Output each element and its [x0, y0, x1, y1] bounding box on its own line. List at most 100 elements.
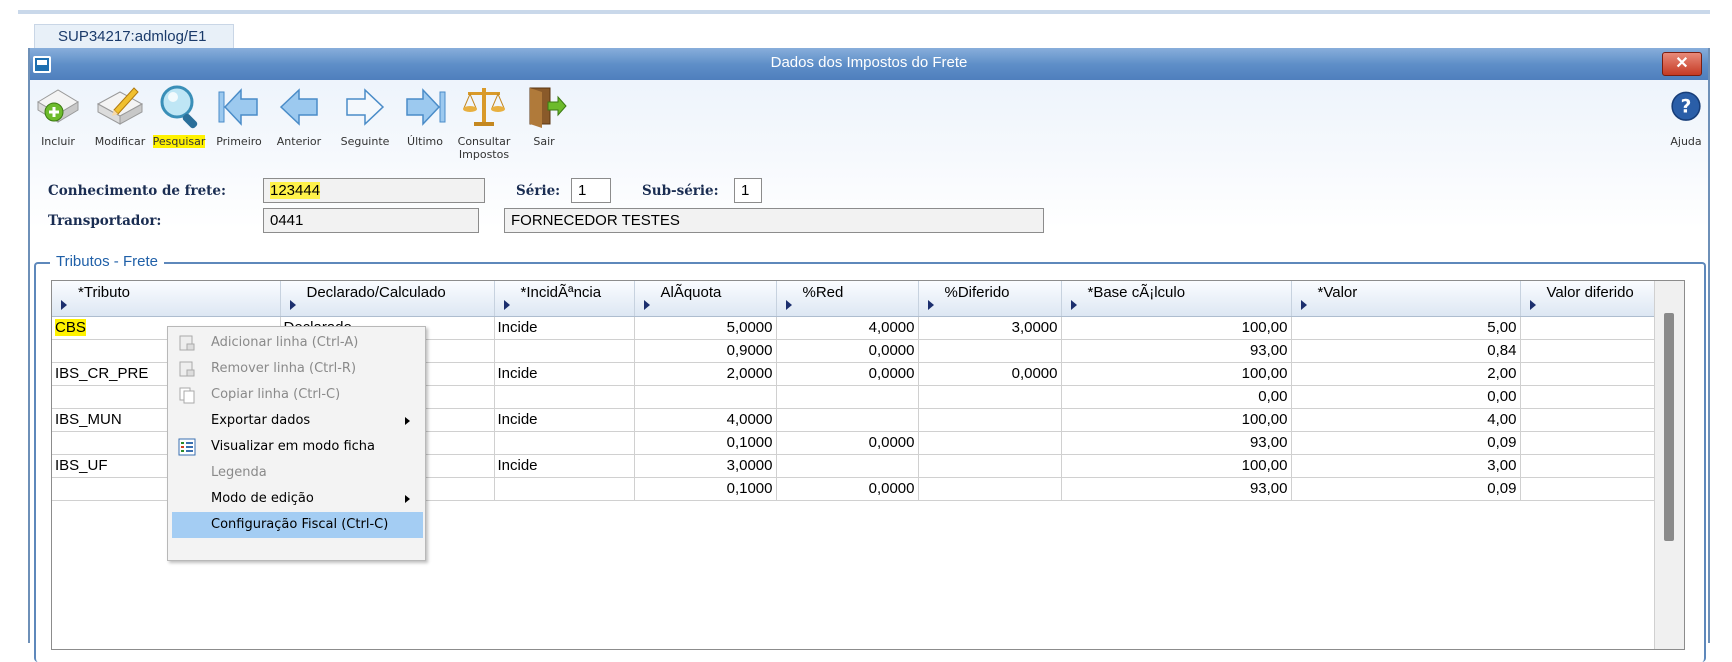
modificar-button[interactable]: Modificar [90, 82, 150, 148]
table-cell[interactable]: 0,0000 [918, 362, 1062, 386]
ajuda-label: Ajuda [1670, 135, 1702, 148]
table-cell[interactable] [494, 431, 635, 455]
table-cell[interactable]: 5,0000 [634, 316, 777, 340]
table-cell[interactable]: 5,00 [1291, 316, 1521, 340]
table-cell[interactable] [1520, 316, 1657, 340]
menu-item-remover-linha[interactable]: Remover linha (Ctrl-R) [168, 356, 425, 382]
column-header-valor[interactable]: *Valor [1291, 281, 1521, 317]
close-button[interactable]: ✕ [1662, 52, 1702, 76]
window-menu-icon[interactable] [33, 56, 51, 73]
table-cell[interactable] [1520, 362, 1657, 386]
sort-triangle-icon [503, 300, 510, 310]
table-cell[interactable] [776, 454, 919, 478]
column-header-red[interactable]: %Red [776, 281, 919, 317]
menu-item-visualizar-modo-ficha[interactable]: Visualizar em modo ficha [168, 434, 425, 460]
table-cell[interactable] [776, 385, 919, 409]
column-header-valor-diferido[interactable]: Valor diferido [1520, 281, 1657, 317]
table-cell[interactable] [918, 339, 1062, 363]
table-cell[interactable]: 100,00 [1061, 408, 1292, 432]
table-cell[interactable] [918, 477, 1062, 501]
menu-item-copiar-linha[interactable]: Copiar linha (Ctrl-C) [168, 382, 425, 408]
ultimo-button[interactable]: Último [399, 82, 451, 148]
table-cell[interactable] [1520, 339, 1657, 363]
menu-item-adicionar-linha[interactable]: Adicionar linha (Ctrl-A) [168, 330, 425, 356]
consultar-impostos-button[interactable]: Consultar Impostos [454, 82, 514, 161]
form-view-icon [178, 438, 196, 456]
context-menu: Adicionar linha (Ctrl-A) Remover linha (… [167, 326, 426, 561]
column-header-tributo[interactable]: *Tributo [52, 281, 281, 317]
table-cell[interactable]: Incide [494, 454, 635, 478]
table-cell[interactable]: Incide [494, 316, 635, 340]
column-header-incidencia[interactable]: *IncidÃªncia [494, 281, 635, 317]
menu-item-exportar-dados[interactable]: Exportar dados [168, 408, 425, 434]
sair-button[interactable]: Sair [518, 82, 570, 148]
table-cell[interactable] [918, 408, 1062, 432]
menu-item-legenda[interactable]: Legenda [168, 460, 425, 486]
pesquisar-button[interactable]: Pesquisar [150, 82, 208, 148]
table-cell[interactable]: 2,0000 [634, 362, 777, 386]
table-cell[interactable]: 93,00 [1061, 477, 1292, 501]
table-cell[interactable]: 3,0000 [918, 316, 1062, 340]
table-cell[interactable]: 0,0000 [776, 339, 919, 363]
conhecimento-field[interactable]: 123444 [263, 178, 485, 203]
table-cell[interactable]: 4,00 [1291, 408, 1521, 432]
last-record-icon [406, 88, 446, 126]
incluir-button[interactable]: Incluir [32, 82, 84, 148]
sair-label: Sair [533, 135, 555, 148]
column-header-base-calculo[interactable]: *Base cÃ¡lculo [1061, 281, 1292, 317]
table-cell[interactable]: 2,00 [1291, 362, 1521, 386]
column-header-aliquota[interactable]: AlÃquota [634, 281, 777, 317]
table-cell[interactable] [494, 385, 635, 409]
program-tab[interactable]: SUP34217:admlog/E1 [34, 24, 234, 48]
table-cell[interactable]: Incide [494, 362, 635, 386]
table-cell[interactable]: 0,00 [1061, 385, 1292, 409]
column-header-declarado[interactable]: Declarado/Calculado [280, 281, 495, 317]
table-cell[interactable]: 100,00 [1061, 362, 1292, 386]
table-cell[interactable]: 3,0000 [634, 454, 777, 478]
table-cell[interactable] [1520, 408, 1657, 432]
table-cell[interactable]: 0,00 [1291, 385, 1521, 409]
table-cell[interactable]: 4,0000 [776, 316, 919, 340]
table-cell[interactable] [776, 408, 919, 432]
anterior-button[interactable]: Anterior [273, 82, 325, 148]
vertical-scrollbar[interactable] [1654, 281, 1684, 649]
table-cell[interactable] [918, 431, 1062, 455]
table-cell[interactable] [1520, 385, 1657, 409]
exit-door-icon [529, 87, 567, 128]
table-cell[interactable]: 93,00 [1061, 339, 1292, 363]
table-cell[interactable]: 0,0000 [776, 431, 919, 455]
first-record-icon [218, 88, 258, 126]
menu-item-modo-edicao[interactable]: Modo de edição [168, 486, 425, 512]
table-cell[interactable] [494, 477, 635, 501]
table-cell[interactable]: 100,00 [1061, 454, 1292, 478]
scrollbar-thumb[interactable] [1664, 313, 1674, 541]
table-cell[interactable]: 0,0000 [776, 362, 919, 386]
subserie-field[interactable]: 1 [734, 178, 762, 203]
table-cell[interactable] [494, 339, 635, 363]
table-cell[interactable] [1520, 454, 1657, 478]
transportador-code-field[interactable]: 0441 [263, 208, 479, 233]
table-cell[interactable]: 0,1000 [634, 477, 777, 501]
table-cell[interactable]: 0,0000 [776, 477, 919, 501]
table-cell[interactable]: 0,9000 [634, 339, 777, 363]
column-header-diferido[interactable]: %Diferido [918, 281, 1062, 317]
menu-item-configuracao-fiscal[interactable]: Configuração Fiscal (Ctrl-C) [172, 512, 423, 538]
seguinte-button[interactable]: Seguinte [335, 82, 395, 148]
ajuda-button[interactable]: ? Ajuda [1666, 82, 1706, 148]
primeiro-button[interactable]: Primeiro [213, 82, 265, 148]
table-cell[interactable] [1520, 477, 1657, 501]
table-cell[interactable]: 100,00 [1061, 316, 1292, 340]
table-cell[interactable]: Incide [494, 408, 635, 432]
table-cell[interactable]: 0,84 [1291, 339, 1521, 363]
serie-field[interactable]: 1 [571, 178, 611, 203]
table-cell[interactable]: 93,00 [1061, 431, 1292, 455]
table-cell[interactable] [634, 385, 777, 409]
table-cell[interactable]: 0,09 [1291, 477, 1521, 501]
table-cell[interactable]: 0,09 [1291, 431, 1521, 455]
table-cell[interactable]: 3,00 [1291, 454, 1521, 478]
table-cell[interactable] [1520, 431, 1657, 455]
table-cell[interactable] [918, 385, 1062, 409]
table-cell[interactable] [918, 454, 1062, 478]
table-cell[interactable]: 4,0000 [634, 408, 777, 432]
table-cell[interactable]: 0,1000 [634, 431, 777, 455]
